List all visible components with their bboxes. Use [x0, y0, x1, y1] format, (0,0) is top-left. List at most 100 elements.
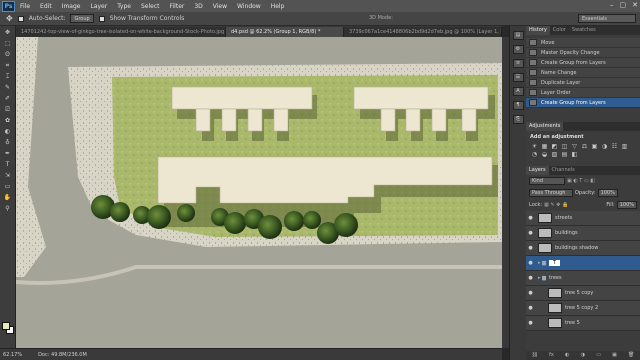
- adjustment-8-icon[interactable]: ☷: [610, 143, 619, 150]
- layer-row[interactable]: ● ▸ ▆ T: [526, 256, 640, 271]
- layer-row[interactable]: ● tree 5 copy: [526, 286, 640, 301]
- layer-name[interactable]: buildings: [555, 230, 578, 236]
- layer-row[interactable]: ● buildings: [526, 226, 640, 241]
- history-item[interactable]: Create Group from Layers: [526, 98, 640, 108]
- tool-13-icon[interactable]: ⇲: [2, 171, 14, 180]
- tool-1-icon[interactable]: ⬚: [2, 39, 14, 48]
- layers-footer-5-icon[interactable]: ▣: [612, 351, 617, 360]
- adjustment-2-icon[interactable]: ◩: [550, 143, 559, 150]
- tool-5-icon[interactable]: ✎: [2, 83, 14, 92]
- tool-16-icon[interactable]: ⚲: [2, 204, 14, 213]
- layers-footer-3-icon[interactable]: ◑: [581, 351, 585, 360]
- tool-11-icon[interactable]: ✒: [2, 149, 14, 158]
- visibility-eye-icon[interactable]: ●: [526, 245, 535, 251]
- adjustment-7-icon[interactable]: ◑: [600, 143, 609, 150]
- tool-7-icon[interactable]: ⎚: [2, 105, 14, 114]
- doc-tab-3739[interactable]: 3739c067a1ce4148806b2bd9d2d7eb.jpg @ 100…: [344, 27, 502, 37]
- adjustment-0-icon[interactable]: ☀: [530, 143, 539, 150]
- tool-3-icon[interactable]: ⌗: [2, 61, 14, 70]
- layers-footer-6-icon[interactable]: 🗑: [628, 351, 634, 360]
- menu-type[interactable]: Type: [112, 3, 136, 10]
- tab-swatches[interactable]: Swatches: [569, 26, 599, 35]
- tab-layers[interactable]: Layers: [526, 166, 549, 175]
- tab-channels[interactable]: Channels: [549, 166, 578, 175]
- auto-select-checkbox[interactable]: [17, 15, 24, 22]
- layers-footer-4-icon[interactable]: ▭: [596, 351, 601, 360]
- layer-row[interactable]: ● ▸ ▆ trees: [526, 271, 640, 286]
- tool-4-icon[interactable]: ⌶: [2, 72, 14, 81]
- tool-6-icon[interactable]: ✐: [2, 94, 14, 103]
- panel-6-icon[interactable]: ⎘: [512, 115, 524, 124]
- panel-0-icon[interactable]: ▤: [512, 31, 524, 40]
- layers-footer-1-icon[interactable]: fx: [549, 351, 554, 360]
- transform-controls-checkbox[interactable]: [98, 15, 105, 22]
- tool-14-icon[interactable]: ▭: [2, 182, 14, 191]
- menu-filter[interactable]: Filter: [165, 3, 190, 10]
- adjustment-10-icon[interactable]: ◔: [530, 151, 539, 158]
- opacity-field[interactable]: 100%: [597, 189, 618, 197]
- menu-edit[interactable]: Edit: [35, 3, 57, 10]
- visibility-eye-icon[interactable]: ●: [526, 275, 535, 281]
- visibility-eye-icon[interactable]: ●: [526, 290, 535, 296]
- layers-footer-0-icon[interactable]: ⛓: [532, 351, 538, 360]
- tool-15-icon[interactable]: ✋: [2, 193, 14, 202]
- tool-9-icon[interactable]: ◐: [2, 127, 14, 136]
- history-item[interactable]: Duplicate Layer: [526, 78, 640, 88]
- tool-2-icon[interactable]: ʘ: [2, 50, 14, 59]
- doc-tab-ginkgo[interactable]: 14701242-top-view-of-ginkgo-tree-isolate…: [16, 27, 226, 37]
- maximize-icon[interactable]: ▢: [620, 1, 627, 9]
- canvas-vertical-scrollbar[interactable]: [502, 37, 509, 348]
- layer-name[interactable]: tree 5 copy: [565, 290, 593, 296]
- workspace-dropdown[interactable]: Essentials: [578, 14, 636, 23]
- layer-name[interactable]: tree 5: [565, 320, 580, 326]
- history-item[interactable]: Name Change: [526, 68, 640, 78]
- layers-footer-2-icon[interactable]: ◐: [565, 351, 569, 360]
- tool-12-icon[interactable]: T: [2, 160, 14, 169]
- tab-adjustments[interactable]: Adjustments: [526, 122, 564, 131]
- panel-5-icon[interactable]: ¶: [512, 101, 524, 110]
- layer-kind-filter[interactable]: Kind: [529, 177, 565, 185]
- zoom-readout[interactable]: 62.17%: [3, 352, 22, 358]
- history-item[interactable]: Layer Order: [526, 88, 640, 98]
- layer-name[interactable]: trees: [549, 275, 562, 281]
- history-item[interactable]: Move: [526, 38, 640, 48]
- layer-name[interactable]: T: [548, 260, 561, 266]
- menu-select[interactable]: Select: [136, 3, 165, 10]
- menu-help[interactable]: Help: [266, 3, 290, 10]
- blend-mode-dropdown[interactable]: Pass Through: [529, 189, 573, 197]
- adjustment-11-icon[interactable]: ◒: [540, 151, 549, 158]
- layer-row[interactable]: ● streets: [526, 211, 640, 226]
- tab-history[interactable]: History: [526, 26, 550, 35]
- layer-name[interactable]: tree 5 copy 2: [565, 305, 598, 311]
- layer-name[interactable]: streets: [555, 215, 572, 221]
- menu-view[interactable]: View: [208, 3, 232, 10]
- adjustment-13-icon[interactable]: ▤: [560, 151, 569, 158]
- layer-row[interactable]: ● buildings shadow: [526, 241, 640, 256]
- tool-0-icon[interactable]: ✥: [2, 28, 14, 37]
- visibility-eye-icon[interactable]: ●: [526, 320, 535, 326]
- adjustment-6-icon[interactable]: ▣: [590, 143, 599, 150]
- close-icon[interactable]: ✕: [632, 1, 638, 9]
- visibility-eye-icon[interactable]: ●: [526, 215, 535, 221]
- foreground-color-swatch[interactable]: [2, 322, 10, 330]
- layer-row[interactable]: ● tree 5: [526, 316, 640, 331]
- adjustment-9-icon[interactable]: ▥: [620, 143, 629, 150]
- fill-field[interactable]: 100%: [616, 201, 637, 209]
- visibility-eye-icon[interactable]: ●: [526, 305, 535, 311]
- layer-name[interactable]: buildings shadow: [555, 245, 598, 251]
- adjustment-14-icon[interactable]: ◧: [570, 151, 579, 158]
- menu-image[interactable]: Image: [57, 3, 86, 10]
- menu-file[interactable]: File: [15, 3, 35, 10]
- panel-3-icon[interactable]: ☰: [512, 73, 524, 82]
- history-item[interactable]: Create Group from Layers: [526, 58, 640, 68]
- menu-3d[interactable]: 3D: [189, 3, 207, 10]
- adjustment-1-icon[interactable]: ▦: [540, 143, 549, 150]
- auto-select-dropdown[interactable]: Group: [70, 14, 94, 23]
- doc-tab-d4[interactable]: d4.psd @ 62.2% (Group 1, RGB/8) *: [226, 27, 344, 37]
- adjustment-4-icon[interactable]: ▽: [570, 143, 579, 150]
- minimize-icon[interactable]: –: [610, 1, 614, 9]
- tool-10-icon[interactable]: ♁: [2, 138, 14, 147]
- move-tool-icon[interactable]: ✥: [6, 14, 13, 23]
- panel-4-icon[interactable]: A: [512, 87, 524, 96]
- lock-icons[interactable]: ▦ ✎ ✥ 🔒: [544, 202, 568, 208]
